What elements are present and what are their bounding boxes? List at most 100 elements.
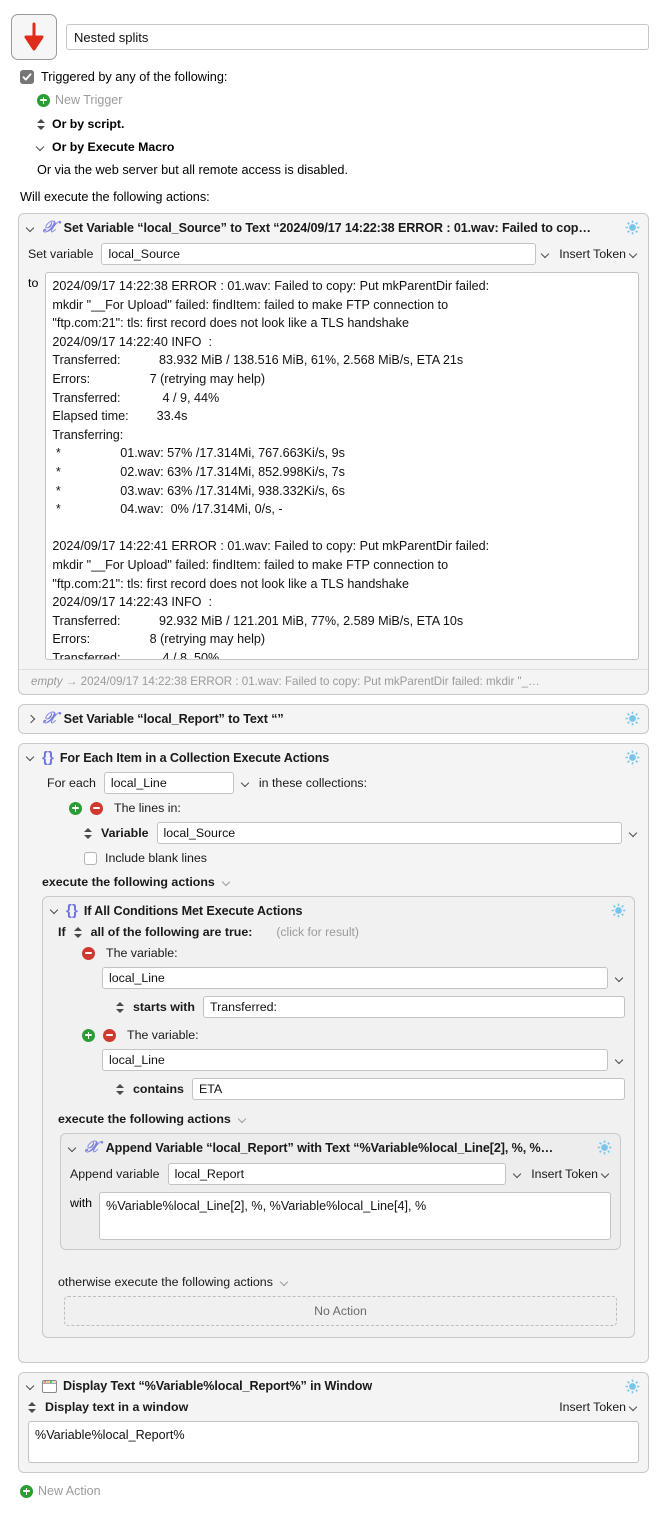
condition-value-input[interactable]: Transferred: [202,996,625,1018]
if-condition-mode-row[interactable]: If all of the following are true: (click… [52,925,625,939]
remove-icon[interactable] [103,1028,116,1042]
condition-variable-input[interactable]: local_Line [102,1049,608,1071]
source-variable-value: local_Source [163,826,236,840]
action-set-variable-report[interactable]: 𝒳 Set Variable “local_Report” to Text “” [18,704,649,734]
chevron-down-icon [602,1170,611,1179]
remove-icon[interactable] [90,801,103,815]
gear-icon[interactable] [625,220,640,235]
or-by-execute-macro-label: Or by Execute Macro [52,140,175,154]
chevron-down-icon[interactable] [223,878,232,887]
new-action-button[interactable]: New Action [0,1482,659,1514]
action-title: For Each Item in a Collection Execute Ac… [59,750,330,765]
action-body: Set variable local_Source Insert Token t… [19,242,648,669]
action-header[interactable]: 𝒳 Set Variable “local_Report” to Text “” [19,705,648,733]
variable-combo[interactable]: local_Source [101,243,551,265]
gear-icon[interactable] [611,903,626,918]
disclosure-chevron-down-icon[interactable] [51,906,60,915]
source-variable-input[interactable]: local_Source [156,822,622,844]
chevron-down-icon[interactable] [239,1115,248,1124]
insert-token-menu[interactable]: Insert Token [531,1167,611,1181]
otherwise-actions: No Action [52,1296,625,1328]
condition-value-input[interactable]: ETA [191,1078,625,1100]
action-if-all-conditions[interactable]: { } If All Conditions Met Execute Action… [42,896,635,1338]
condition-1-variable-row: local_Line [52,967,625,989]
updown-arrows-icon[interactable] [116,1083,125,1096]
otherwise-row[interactable]: otherwise execute the following actions [52,1275,625,1289]
updown-arrows-icon[interactable] [116,1001,125,1014]
append-variable-value: local_Report [174,1167,245,1181]
condition-value: ETA [198,1082,223,1096]
append-variable-input[interactable]: local_Report [167,1163,507,1185]
condition-value: Transferred: [209,1000,277,1014]
gear-icon[interactable] [625,711,640,726]
updown-arrows-icon[interactable] [73,926,83,939]
insert-token-menu[interactable]: Insert Token [559,247,639,261]
disclosure-chevron-down-icon[interactable] [27,753,36,762]
disclosure-chevron-down-icon[interactable] [69,1144,78,1153]
condition-variable-input[interactable]: local_Line [102,967,608,989]
chevron-down-icon[interactable] [616,974,625,983]
append-with-row: with %Variable%local_Line[2], %, %Variab… [70,1192,611,1240]
new-action-label: New Action [38,1484,101,1498]
insert-token-menu[interactable]: Insert Token [559,1400,639,1414]
gear-icon[interactable] [597,1140,612,1155]
chevron-down-icon[interactable] [281,1278,290,1287]
loop-variable-input[interactable]: local_Line [103,772,234,794]
action-header[interactable]: { } If All Conditions Met Execute Action… [43,897,634,924]
set-variable-row: Set variable local_Source Insert Token [28,243,639,265]
include-blank-lines-row[interactable]: Include blank lines [28,851,639,865]
action-header[interactable]: Display Text “%Variable%local_Report%” i… [19,1373,648,1399]
if-execute-row[interactable]: execute the following actions [52,1112,625,1126]
display-text-area[interactable]: %Variable%local_Report% [28,1421,639,1463]
no-action-placeholder[interactable]: No Action [64,1296,617,1326]
append-variable-icon: 𝒳 [85,1139,99,1156]
disclosure-chevron-down-icon[interactable] [27,1382,36,1391]
add-icon[interactable] [82,1028,95,1042]
condition-2-variable-row: local_Line [52,1049,625,1071]
insert-token-label: Insert Token [531,1167,598,1181]
add-icon [37,93,50,107]
macro-name-value: Nested splits [74,29,149,45]
chevron-down-icon[interactable] [514,1170,523,1179]
chevron-down-icon[interactable] [542,250,551,259]
macro-icon-button[interactable] [11,14,57,60]
variable-name-input[interactable]: local_Source [101,243,537,265]
gear-icon[interactable] [625,1379,640,1394]
disclosure-chevron-right-icon[interactable] [27,715,36,724]
updown-arrows-icon[interactable] [28,1401,37,1414]
chevron-down-icon[interactable] [630,829,639,838]
action-header[interactable]: 𝒳 Append Variable “local_Report” with Te… [61,1134,620,1162]
or-by-script-row[interactable]: Or by script. [20,117,659,131]
action-header[interactable]: { } For Each Item in a Collection Execut… [19,744,648,771]
to-label: to [28,276,39,290]
action-set-variable-source[interactable]: 𝒳 Set Variable “local_Source” to Text “2… [18,213,649,695]
action-append-variable[interactable]: 𝒳 Append Variable “local_Report” with Te… [60,1133,621,1250]
add-icon[interactable] [69,801,82,815]
triggered-by-checkbox[interactable] [20,70,34,84]
triggered-by-row[interactable]: Triggered by any of the following: [20,70,659,84]
updown-arrows-icon[interactable] [84,827,93,840]
variable-source-row: Variable local_Source [28,822,639,844]
click-for-result-link[interactable]: (click for result) [260,925,359,939]
condition-2-operator-row: contains ETA [52,1078,625,1100]
display-mode-label: Display text in a window [45,1400,189,1414]
or-by-execute-macro-row[interactable]: Or by Execute Macro [20,140,659,154]
macro-name-input[interactable]: Nested splits [66,24,649,50]
new-trigger-button[interactable]: New Trigger [20,93,659,107]
otherwise-label: otherwise execute the following actions [58,1275,273,1289]
chevron-down-icon[interactable] [616,1056,625,1065]
disclosure-chevron-down-icon[interactable] [27,224,36,233]
append-text-area[interactable]: %Variable%local_Line[2], %, %Variable%lo… [99,1192,611,1240]
action-header[interactable]: 𝒳 Set Variable “local_Source” to Text “2… [19,214,648,242]
gear-icon[interactable] [625,750,640,765]
remove-icon[interactable] [82,946,95,960]
source-text-area[interactable]: 2024/09/17 14:22:38 ERROR : 01.wav: Fail… [45,272,639,660]
action-for-each[interactable]: { } For Each Item in a Collection Execut… [18,743,649,1363]
include-blank-lines-checkbox[interactable] [84,851,97,865]
chevron-down-icon[interactable] [242,779,251,788]
set-variable-icon: 𝒳 [43,219,57,236]
execute-actions-row[interactable]: execute the following actions [28,875,639,889]
action-display-text[interactable]: Display Text “%Variable%local_Report%” i… [18,1372,649,1473]
trigger-section: Triggered by any of the following: New T… [0,60,659,177]
web-server-note: Or via the web server but all remote acc… [37,163,348,177]
